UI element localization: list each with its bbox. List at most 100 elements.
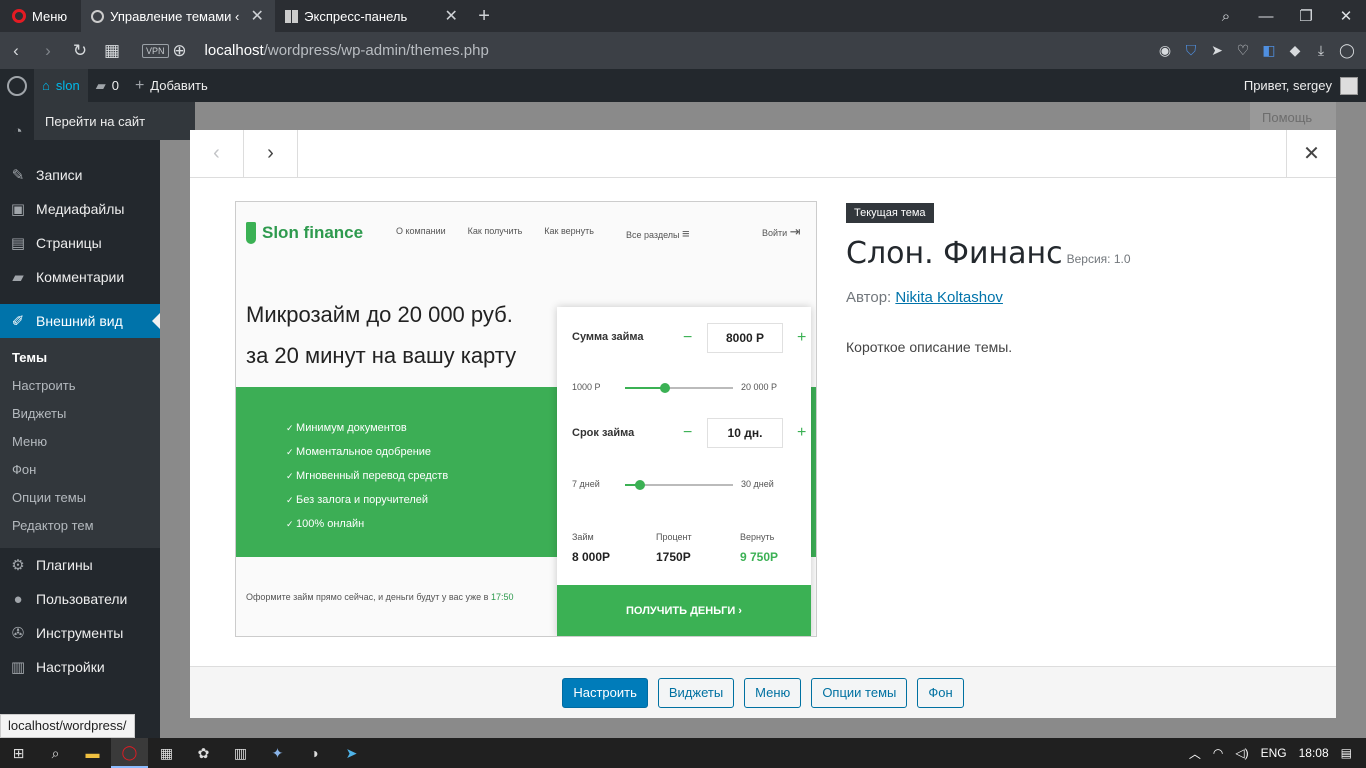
vpn-badge[interactable]: VPN	[142, 43, 169, 58]
close-window-icon[interactable]: ✕	[1326, 7, 1366, 25]
comments-link[interactable]: ▰ 0	[88, 78, 127, 94]
plugin-icon: ⚙	[11, 557, 25, 574]
author-link[interactable]: Nikita Koltashov	[895, 289, 1003, 306]
opera-logo-icon	[12, 9, 26, 23]
menu-appearance[interactable]: ✐ Внешний вид	[0, 304, 160, 338]
translate-icon[interactable]: ◧	[1256, 42, 1282, 59]
term-stepper: − 10 дн. +	[683, 418, 816, 448]
submenu-theme-editor[interactable]: Редактор тем	[0, 512, 160, 540]
benefit-item: Минимум документов	[286, 416, 448, 440]
heart-icon[interactable]: ♡	[1230, 42, 1256, 59]
theme-version: Версия: 1.0	[1066, 252, 1131, 266]
loan-value: 8 000Р	[572, 550, 611, 564]
minimize-icon[interactable]: —	[1246, 8, 1286, 25]
menu-pages[interactable]: ▤ Страницы	[0, 226, 160, 260]
menu-tools[interactable]: ✇ Инструменты	[0, 616, 160, 650]
opera-icon[interactable]: ◯	[111, 738, 148, 768]
close-tab-icon[interactable]: ✕	[249, 6, 265, 26]
theme-name: Слон. Финанс Версия: 1.0	[846, 236, 1131, 271]
background-button[interactable]: Фон	[917, 677, 964, 708]
browser-tab-bar: Меню Управление темами ‹ slon ✕ Экспресс…	[0, 0, 1366, 32]
search-icon[interactable]: ⌕	[37, 738, 74, 768]
network-icon[interactable]: ◠	[1213, 746, 1223, 760]
media-app-icon[interactable]: ◑	[296, 738, 333, 768]
leaf-icon	[246, 222, 256, 244]
submenu-widgets[interactable]: Виджеты	[0, 400, 160, 428]
telegram-icon[interactable]: ➤	[333, 738, 370, 768]
window-controls: ⌕ — ❐ ✕	[1206, 0, 1366, 32]
download-icon[interactable]: ⤓	[1308, 42, 1334, 59]
restore-icon[interactable]: ❐	[1286, 7, 1326, 25]
next-theme-button[interactable]: ›	[244, 130, 298, 177]
windows-start-icon[interactable]: ⊞	[0, 738, 37, 768]
menu-posts[interactable]: ✎ Записи	[0, 158, 160, 192]
visit-site-dropdown[interactable]: Перейти на сайт	[34, 102, 195, 140]
submenu-themes[interactable]: Темы	[0, 344, 160, 372]
cube-icon[interactable]: ◆	[1282, 42, 1308, 59]
close-modal-button[interactable]: ✕	[1286, 130, 1336, 177]
menu-label: Комментарии	[36, 269, 125, 285]
wp-admin-bar: ⌂ slon ▰ 0 + Добавить Привет, sergey	[0, 69, 1366, 102]
paint-icon[interactable]: ✿	[185, 738, 222, 768]
volume-icon[interactable]: ◁)	[1235, 746, 1248, 760]
menus-button[interactable]: Меню	[744, 677, 802, 708]
browser-menu-button[interactable]: Меню	[0, 0, 81, 32]
submenu-theme-options[interactable]: Опции темы	[0, 484, 160, 512]
term-min: 7 дней	[572, 479, 600, 489]
reload-icon[interactable]: ↻	[64, 41, 96, 61]
slider-knob	[660, 383, 670, 393]
menu-settings[interactable]: ▥ Настройки	[0, 650, 160, 684]
wordpress-logo-icon[interactable]	[0, 69, 34, 102]
search-icon[interactable]: ⌕	[1206, 8, 1246, 25]
chevron-up-icon[interactable]: ︿	[1189, 745, 1201, 762]
submenu-background[interactable]: Фон	[0, 456, 160, 484]
user-icon[interactable]: ◯	[1334, 42, 1360, 59]
my-account[interactable]: Привет, sergey	[1244, 76, 1366, 95]
theme-options-button[interactable]: Опции темы	[811, 677, 908, 708]
calculator-icon[interactable]: ▦	[148, 738, 185, 768]
customize-button[interactable]: Настроить	[562, 677, 648, 708]
menu-media[interactable]: ▣ Медиафайлы	[0, 192, 160, 226]
submenu-menus[interactable]: Меню	[0, 428, 160, 456]
comments-count: 0	[111, 78, 119, 93]
return-label: Вернуть	[740, 532, 775, 542]
loan-label: Займ	[572, 532, 594, 542]
menu-users[interactable]: ● Пользователи	[0, 582, 160, 616]
send-icon[interactable]: ➤	[1204, 42, 1230, 59]
new-tab-button[interactable]: +	[469, 5, 499, 28]
vk-icon[interactable]: ✦	[259, 738, 296, 768]
widgets-button[interactable]: Виджеты	[657, 677, 735, 708]
preview-logo: Slon finance	[246, 222, 363, 244]
address-bar-icons: ◉ ⛉ ➤ ♡ ◧ ◆ ⤓ ◯	[1152, 42, 1366, 59]
benefit-item: Моментальное одобрение	[286, 440, 448, 464]
close-tab-icon[interactable]: ✕	[443, 6, 459, 26]
language-indicator[interactable]: ENG	[1261, 746, 1287, 760]
submenu-customize[interactable]: Настроить	[0, 372, 160, 400]
site-name-link[interactable]: ⌂ slon	[34, 69, 88, 102]
help-tab[interactable]: Помощь	[1250, 102, 1336, 130]
add-new-link[interactable]: + Добавить	[127, 77, 216, 95]
visit-site-link[interactable]: Перейти на сайт	[45, 114, 145, 129]
clock[interactable]: 18:08	[1299, 746, 1329, 760]
back-icon[interactable]: ‹	[0, 41, 32, 61]
brush-icon: ✐	[11, 313, 25, 330]
tools-icon: ✇	[11, 625, 25, 642]
preview-headline-line: Микрозайм до 20 000 руб.	[246, 302, 513, 327]
menu-plugins[interactable]: ⚙ Плагины	[0, 548, 160, 582]
notifications-icon[interactable]: ▤	[1341, 746, 1352, 760]
theme-details-modal: ‹ › ✕ Slon finance О компании Как получи…	[190, 130, 1336, 718]
tab-themes[interactable]: Управление темами ‹ slon ✕	[81, 0, 276, 32]
tab-speed-dial[interactable]: Экспресс-панель ✕	[275, 0, 469, 32]
menu-comments[interactable]: ▰ Комментарии	[0, 260, 160, 294]
file-explorer-icon[interactable]: ▬	[74, 738, 111, 768]
pages-icon: ▤	[10, 235, 26, 252]
tabs-grid-icon[interactable]: ▦	[96, 41, 128, 61]
editor-icon[interactable]: ▥	[222, 738, 259, 768]
forward-icon[interactable]: ›	[32, 41, 64, 61]
shield-icon[interactable]: ⛉	[1178, 42, 1204, 59]
avatar	[1340, 76, 1358, 95]
camera-icon[interactable]: ◉	[1152, 42, 1178, 59]
url-field[interactable]: localhost/wordpress/wp-admin/themes.php	[205, 42, 489, 59]
sum-stepper: − 8000 Р +	[683, 323, 816, 353]
previous-theme-button[interactable]: ‹	[190, 130, 244, 177]
